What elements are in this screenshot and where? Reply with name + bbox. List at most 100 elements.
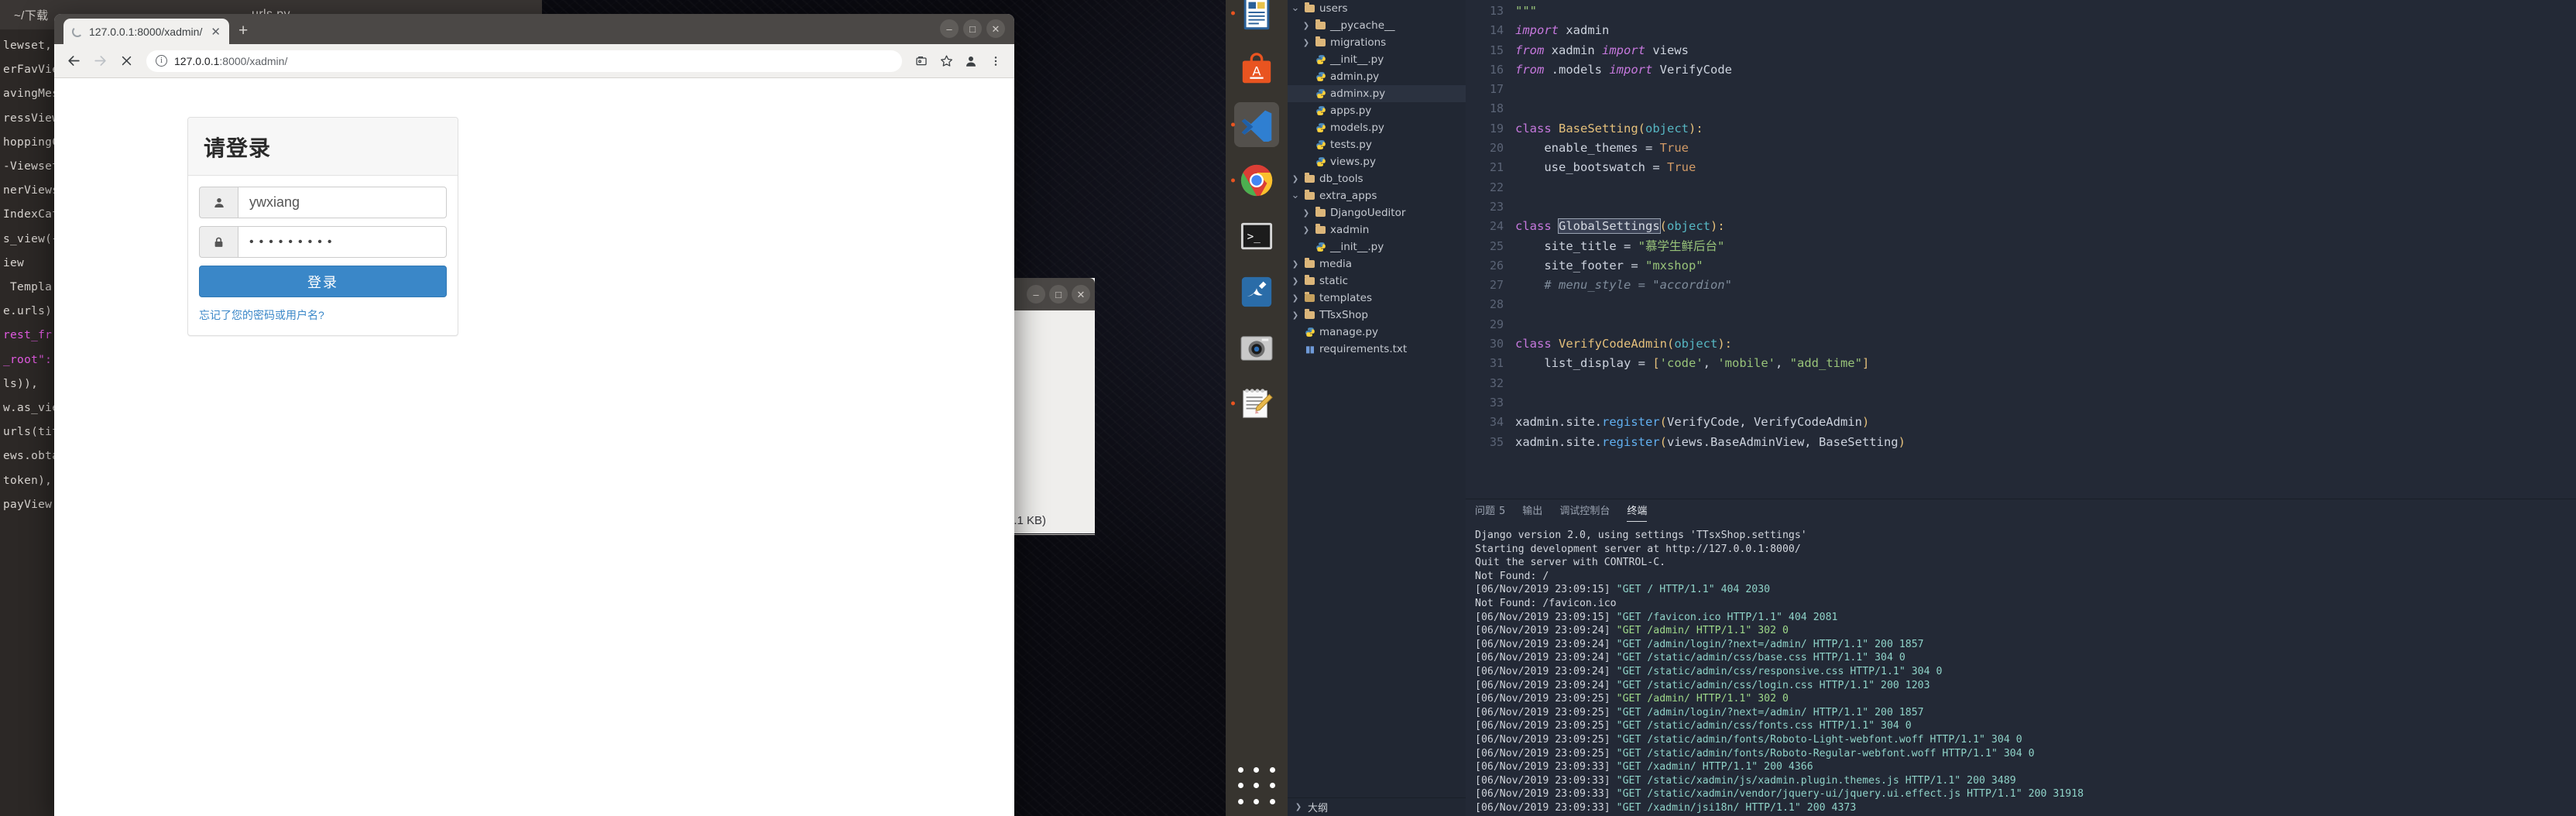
code-line[interactable] bbox=[1515, 99, 2576, 118]
panel-tab-bar[interactable]: 问题 5 输出 调试控制台 终端 bbox=[1466, 499, 2576, 523]
panel-tab-0[interactable]: 问题 5 bbox=[1475, 502, 1505, 520]
address-bar[interactable]: i 127.0.0.1:8000/xadmin/ bbox=[146, 50, 902, 72]
file-tree-item-ttsxshop[interactable]: ❯ TTsxShop bbox=[1288, 307, 1466, 324]
vscode-window[interactable]: ⌄users❯__pycache__❯migrations❯__init__.p… bbox=[1288, 0, 2576, 816]
terminal-output-line: Django version 2.0, using settings 'TTsx… bbox=[1475, 529, 2576, 543]
code-line[interactable]: from xadmin import views bbox=[1515, 41, 2576, 60]
minimize-icon[interactable]: – bbox=[1027, 285, 1045, 303]
login-submit-button[interactable]: 登录 bbox=[199, 266, 447, 297]
code-line[interactable] bbox=[1515, 315, 2576, 334]
chrome-menu-icon[interactable] bbox=[985, 50, 1007, 72]
outline-section-header[interactable]: ❯ 大纲 bbox=[1288, 797, 1466, 816]
code-line[interactable] bbox=[1515, 80, 2576, 99]
browser-tab[interactable]: 127.0.0.1:8000/xadmin/ ✕ bbox=[63, 19, 229, 44]
file-tree-item-migrations[interactable]: ❯ migrations bbox=[1288, 34, 1466, 51]
file-tree-item-label: xadmin bbox=[1330, 224, 1370, 236]
code-line[interactable]: """ bbox=[1515, 2, 2576, 21]
code-line[interactable]: use_bootswatch = True bbox=[1515, 158, 2576, 177]
code-line[interactable] bbox=[1515, 295, 2576, 314]
file-tree-item-apps-py[interactable]: ❯apps.py bbox=[1288, 102, 1466, 119]
file-tree-item-users[interactable]: ⌄ users bbox=[1288, 0, 1466, 17]
file-tree-item-adminx-py[interactable]: ❯adminx.py bbox=[1288, 85, 1466, 102]
code-token: xadmin.site. bbox=[1515, 415, 1602, 430]
code-line[interactable]: list_display = ['code', 'mobile', "add_t… bbox=[1515, 354, 2576, 373]
url-text: 127.0.0.1:8000/xadmin/ bbox=[174, 55, 287, 67]
file-tree-item-tests-py[interactable]: ❯tests.py bbox=[1288, 136, 1466, 153]
maximize-icon[interactable]: □ bbox=[1049, 285, 1068, 303]
dock-item-visual-studio-code[interactable] bbox=[1231, 102, 1279, 147]
code-token: class bbox=[1515, 121, 1552, 135]
code-line[interactable]: # menu_style = "accordion" bbox=[1515, 276, 2576, 295]
code-line[interactable]: class GlobalSettings(object): bbox=[1515, 217, 2576, 236]
site-info-icon[interactable]: i bbox=[156, 55, 167, 67]
bookmark-star-icon[interactable] bbox=[935, 50, 957, 72]
extension-icon[interactable] bbox=[911, 50, 932, 72]
running-indicator-dot bbox=[1231, 178, 1235, 183]
close-icon[interactable]: ✕ bbox=[986, 19, 1005, 38]
show-applications-button[interactable] bbox=[1234, 763, 1279, 808]
code-content[interactable]: """ import xadmin from xadmin import views… bbox=[1514, 0, 2576, 499]
profile-avatar-icon[interactable] bbox=[960, 50, 982, 72]
file-tree-item-models-py[interactable]: ❯models.py bbox=[1288, 119, 1466, 136]
code-line[interactable]: from .models import VerifyCode bbox=[1515, 60, 2576, 80]
code-line[interactable]: enable_themes = True bbox=[1515, 139, 2576, 158]
back-icon[interactable] bbox=[62, 50, 85, 73]
dock-item-libreoffice-writer[interactable] bbox=[1231, 0, 1279, 36]
code-line[interactable] bbox=[1515, 178, 2576, 197]
file-tree-item-extra-apps[interactable]: ⌄ extra_apps bbox=[1288, 187, 1466, 204]
close-icon[interactable]: ✕ bbox=[1072, 285, 1090, 303]
dock-item-terminal[interactable]: >_ bbox=[1234, 214, 1279, 259]
code-line[interactable]: import xadmin bbox=[1515, 21, 2576, 40]
file-tree-item-templates[interactable]: ❯ templates bbox=[1288, 290, 1466, 307]
dock-item-text-editor[interactable] bbox=[1231, 381, 1279, 426]
file-tree-item---pycache--[interactable]: ❯ __pycache__ bbox=[1288, 17, 1466, 34]
panel-tab-2[interactable]: 调试控制台 bbox=[1559, 502, 1610, 520]
file-tree-item-views-py[interactable]: ❯views.py bbox=[1288, 153, 1466, 170]
integrated-terminal-output[interactable]: Django version 2.0, using settings 'TTsx… bbox=[1466, 523, 2576, 816]
panel-tab-1[interactable]: 输出 bbox=[1522, 502, 1542, 520]
stop-loading-icon[interactable] bbox=[115, 50, 138, 73]
dock-item-ubuntu-software[interactable]: A bbox=[1234, 46, 1279, 91]
code-line[interactable]: class BaseSetting(object): bbox=[1515, 119, 2576, 139]
file-tree-item-djangoueditor[interactable]: ❯ DjangoUeditor bbox=[1288, 204, 1466, 221]
file-tree-item---init---py[interactable]: ❯__init__.py bbox=[1288, 51, 1466, 68]
panel-tab-3[interactable]: 终端 bbox=[1627, 502, 1648, 522]
new-tab-button[interactable]: + bbox=[238, 22, 248, 40]
file-tree-item-static[interactable]: ❯ static bbox=[1288, 273, 1466, 290]
code-editor[interactable]: 13 14 15 16 17 18 19 20 21 22 23 24 25 26 27 28 29 30 31 32… bbox=[1466, 0, 2576, 499]
code-line[interactable] bbox=[1515, 197, 2576, 217]
code-line[interactable] bbox=[1515, 393, 2576, 413]
file-tree-item---init---py[interactable]: ❯__init__.py bbox=[1288, 238, 1466, 255]
code-token: object bbox=[1674, 337, 1718, 351]
minimize-icon[interactable]: – bbox=[940, 19, 959, 38]
terminal-output-line: [06/Nov/2019 23:09:24] "GET /static/admi… bbox=[1475, 665, 2576, 679]
code-line[interactable]: class VerifyCodeAdmin(object): bbox=[1515, 334, 2576, 354]
dock-item-google-chrome[interactable] bbox=[1231, 158, 1279, 203]
code-line[interactable] bbox=[1515, 374, 2576, 393]
code-line[interactable]: xadmin.site.register(VerifyCode, VerifyC… bbox=[1515, 413, 2576, 432]
file-tree-item-requirements-txt[interactable]: ❯▮▮requirements.txt bbox=[1288, 341, 1466, 358]
file-tree-item-media[interactable]: ❯ media bbox=[1288, 255, 1466, 273]
file-tree-item-manage-py[interactable]: ❯manage.py bbox=[1288, 324, 1466, 341]
code-line[interactable]: site_title = "慕学生鲜后台" bbox=[1515, 237, 2576, 256]
password-input[interactable]: ••••••••• bbox=[238, 226, 447, 258]
dock-item-mysql-workbench[interactable] bbox=[1234, 269, 1279, 314]
terminal-output-line: [06/Nov/2019 23:09:33] "GET /static/xadm… bbox=[1475, 787, 2576, 801]
file-tree-item-db-tools[interactable]: ❯ db_tools bbox=[1288, 170, 1466, 187]
forgot-password-link[interactable]: 忘记了您的密码或用户名? bbox=[199, 307, 447, 323]
file-tree-item-xadmin[interactable]: ❯ xadmin bbox=[1288, 221, 1466, 238]
chrome-browser-window[interactable]: 127.0.0.1:8000/xadmin/ ✕ + – □ ✕ i 127.0… bbox=[54, 14, 1014, 816]
terminal-timestamp: [06/Nov/2019 23:09:33] bbox=[1475, 761, 1617, 773]
forward-icon[interactable] bbox=[88, 50, 111, 73]
code-token: import bbox=[1515, 23, 1559, 38]
file-tree[interactable]: ⌄users❯__pycache__❯migrations❯__init__.p… bbox=[1288, 0, 1466, 358]
code-line[interactable]: site_footer = "mxshop" bbox=[1515, 256, 2576, 276]
maximize-icon[interactable]: □ bbox=[963, 19, 982, 38]
vscode-explorer-sidebar[interactable]: ⌄users❯__pycache__❯migrations❯__init__.p… bbox=[1288, 0, 1466, 816]
tab-close-icon[interactable]: ✕ bbox=[209, 25, 222, 39]
file-tree-item-admin-py[interactable]: ❯admin.py bbox=[1288, 68, 1466, 85]
vscode-bottom-panel[interactable]: 问题 5 输出 调试控制台 终端 Django version 2.0, using s… bbox=[1466, 499, 2576, 816]
username-input[interactable] bbox=[238, 187, 447, 218]
code-line[interactable]: xadmin.site.register(views.BaseAdminView… bbox=[1515, 433, 2576, 452]
dock-item-camera[interactable] bbox=[1234, 325, 1279, 370]
